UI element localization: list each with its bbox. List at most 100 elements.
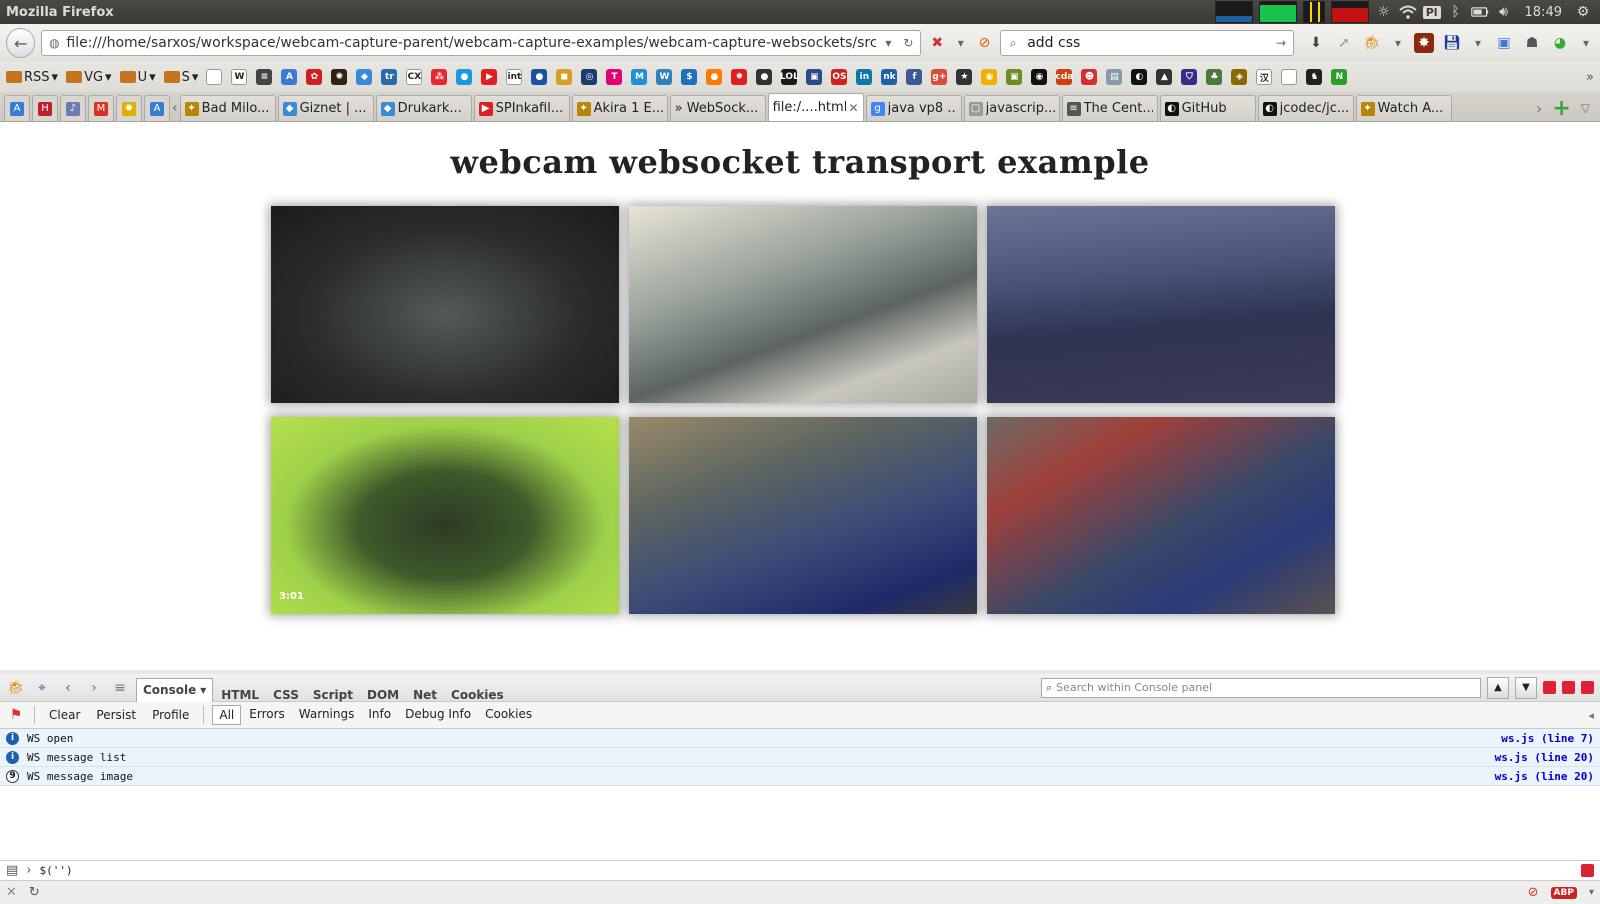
blue-diamond-icon[interactable]: ◆ bbox=[356, 69, 373, 85]
firebug-status-icon[interactable]: ⊘ bbox=[1528, 885, 1539, 900]
pinned-tab[interactable]: H bbox=[32, 95, 58, 121]
tab[interactable]: ✦ Bad Milo... bbox=[179, 95, 276, 121]
tab[interactable]: ✦ Akira 1 E... bbox=[571, 95, 668, 121]
tab[interactable]: ◐ jcodec/jc... bbox=[1257, 95, 1354, 121]
send-icon[interactable]: ➚ bbox=[1334, 33, 1354, 53]
wordpress-icon[interactable]: W bbox=[656, 69, 673, 85]
google-plus-icon[interactable]: g+ bbox=[931, 69, 948, 85]
nav-forward-icon[interactable]: › bbox=[84, 678, 104, 698]
star-icon[interactable]: ★ bbox=[956, 69, 973, 85]
s-circle-icon[interactable]: $ bbox=[681, 69, 698, 85]
wikipedia-icon[interactable]: W bbox=[231, 69, 248, 85]
clear-button[interactable]: Clear bbox=[43, 706, 86, 724]
tab[interactable]: ◆ Drukark... bbox=[375, 95, 472, 121]
firebug-tab-cookies[interactable]: Cookies bbox=[445, 688, 510, 702]
page-identity-icon[interactable]: ◍ bbox=[46, 35, 62, 51]
tab[interactable]: file:/....html ✕ bbox=[767, 93, 864, 121]
n-green-icon[interactable]: N bbox=[1331, 69, 1348, 85]
bookmark-folder-vg[interactable]: VG ▾ bbox=[66, 70, 112, 85]
t-mobile-icon[interactable]: T bbox=[606, 69, 623, 85]
filter-cookies[interactable]: Cookies bbox=[479, 705, 538, 725]
nav-back-icon[interactable]: ‹ bbox=[58, 678, 78, 698]
firebug-close-button[interactable] bbox=[1581, 681, 1594, 694]
docs-icon[interactable]: ▤ bbox=[1106, 69, 1123, 85]
log-source-link[interactable]: ws.js (line 20) bbox=[1495, 770, 1594, 783]
page-icon[interactable] bbox=[206, 69, 223, 85]
kanji-icon[interactable]: 汉 bbox=[1256, 69, 1273, 85]
translate-icon[interactable]: A bbox=[281, 69, 298, 85]
sync-icon[interactable]: ↻ bbox=[29, 885, 40, 900]
shield-icon[interactable]: ⛉ bbox=[1181, 69, 1198, 85]
youtube-icon[interactable]: ▶ bbox=[481, 69, 498, 85]
trello-icon[interactable]: tr bbox=[381, 69, 398, 85]
firebug-search[interactable]: ⌕ Search within Console panel bbox=[1041, 677, 1481, 698]
keyboard-layout-indicator[interactable]: Pl bbox=[1422, 5, 1441, 19]
console-options-icon[interactable]: ⚑ bbox=[6, 705, 26, 725]
os-icon[interactable]: OS bbox=[831, 69, 848, 85]
url-bar[interactable]: ◍ file:///home/sarxos/workspace/webcam-c… bbox=[41, 30, 922, 56]
network-graph-icon[interactable] bbox=[1214, 1, 1253, 23]
firebug-tab-console[interactable]: Console ▾ bbox=[136, 677, 214, 702]
command-clear-button[interactable] bbox=[1581, 864, 1594, 877]
log-source-link[interactable]: ws.js (line 7) bbox=[1501, 732, 1594, 745]
cda-icon[interactable]: cda bbox=[1056, 69, 1073, 85]
settings-gear-icon[interactable]: ⚙ bbox=[1574, 3, 1592, 21]
profile-button[interactable]: Profile bbox=[146, 706, 195, 724]
tab-scroll-left-icon[interactable]: ‹ bbox=[172, 95, 178, 121]
tab[interactable]: ✦ Watch A... bbox=[1355, 95, 1452, 121]
save-icon[interactable]: 💾︎ bbox=[1442, 33, 1462, 53]
search-go-icon[interactable]: → bbox=[1273, 35, 1289, 51]
search-bar[interactable]: ⌕ add css → bbox=[1000, 30, 1295, 56]
command-editor-icon[interactable]: ≡ bbox=[110, 678, 130, 698]
abp-icon[interactable]: ABP bbox=[1550, 886, 1577, 899]
wifi-icon[interactable] bbox=[1399, 3, 1417, 21]
facebook-icon[interactable]: f bbox=[906, 69, 923, 85]
filter-info[interactable]: Info bbox=[362, 705, 397, 725]
blue-circle-icon[interactable]: ● bbox=[531, 69, 548, 85]
tab-close-icon[interactable]: ✕ bbox=[849, 101, 859, 115]
filter-warnings[interactable]: Warnings bbox=[293, 705, 361, 725]
back-button[interactable]: ← bbox=[6, 28, 36, 58]
addon-dropdown-icon[interactable]: ▾ bbox=[953, 35, 969, 51]
command-input[interactable]: $('') bbox=[40, 864, 73, 877]
bookmarks-overflow-icon[interactable]: » bbox=[1586, 70, 1594, 85]
pinned-tab[interactable]: M bbox=[88, 95, 114, 121]
url-dropdown-icon[interactable]: ▾ bbox=[880, 35, 896, 51]
tab[interactable]: ▢ javascrip... bbox=[963, 95, 1060, 121]
ghost-icon[interactable]: ☗ bbox=[1522, 33, 1542, 53]
key-icon[interactable]: ◈ bbox=[1231, 69, 1248, 85]
log-source-link[interactable]: ws.js (line 20) bbox=[1495, 751, 1594, 764]
cx-icon[interactable]: CX bbox=[406, 69, 423, 85]
house-icon[interactable]: ▲ bbox=[1156, 69, 1173, 85]
firebug-minimize-button[interactable] bbox=[1543, 681, 1556, 694]
tab[interactable]: ◆ Giznet | ... bbox=[277, 95, 374, 121]
bookmark-folder-u[interactable]: U ▾ bbox=[119, 70, 156, 85]
filter-errors[interactable]: Errors bbox=[243, 705, 291, 725]
memory-graph-icon[interactable] bbox=[1258, 1, 1297, 23]
clock[interactable]: 18:49 bbox=[1519, 5, 1568, 20]
firebug-icon[interactable]: 🐞︎ bbox=[1362, 33, 1382, 53]
volume-icon[interactable]: 🔊︎ bbox=[1495, 3, 1513, 21]
screenshot-icon[interactable]: ▣ bbox=[1494, 33, 1514, 53]
load-graph-icon[interactable] bbox=[1330, 1, 1369, 23]
rss-red-icon[interactable]: ✿ bbox=[306, 69, 323, 85]
dark-orange-icon[interactable]: ✺ bbox=[331, 69, 348, 85]
green-box-icon[interactable]: ▣ bbox=[1006, 69, 1023, 85]
nk-icon[interactable]: nk bbox=[881, 69, 898, 85]
orange-circle-icon[interactable]: ● bbox=[706, 69, 723, 85]
yellow-box-icon[interactable]: ◼ bbox=[556, 69, 573, 85]
yellow-ring-icon[interactable]: ◉ bbox=[981, 69, 998, 85]
inspect-icon[interactable]: ⌖ bbox=[32, 678, 52, 698]
dark-red-addon-icon[interactable]: ✸ bbox=[1414, 33, 1435, 53]
brightness-icon[interactable]: ☼ bbox=[1375, 3, 1393, 21]
tab[interactable]: g java vp8 ... bbox=[865, 95, 962, 121]
search-input[interactable]: add css bbox=[1027, 35, 1267, 51]
blue-bird-icon[interactable]: ● bbox=[456, 69, 473, 85]
firebug-tab-html[interactable]: HTML bbox=[215, 688, 265, 702]
tree-icon[interactable]: ♣ bbox=[1206, 69, 1223, 85]
target-icon[interactable]: ◎ bbox=[581, 69, 598, 85]
red-face-icon[interactable]: ☻ bbox=[1081, 69, 1098, 85]
firebug-dropdown-icon[interactable]: ▾ bbox=[1390, 35, 1406, 51]
firebug-tab-css[interactable]: CSS bbox=[267, 688, 305, 702]
panel-collapse-icon[interactable]: ◂ bbox=[1588, 709, 1594, 722]
